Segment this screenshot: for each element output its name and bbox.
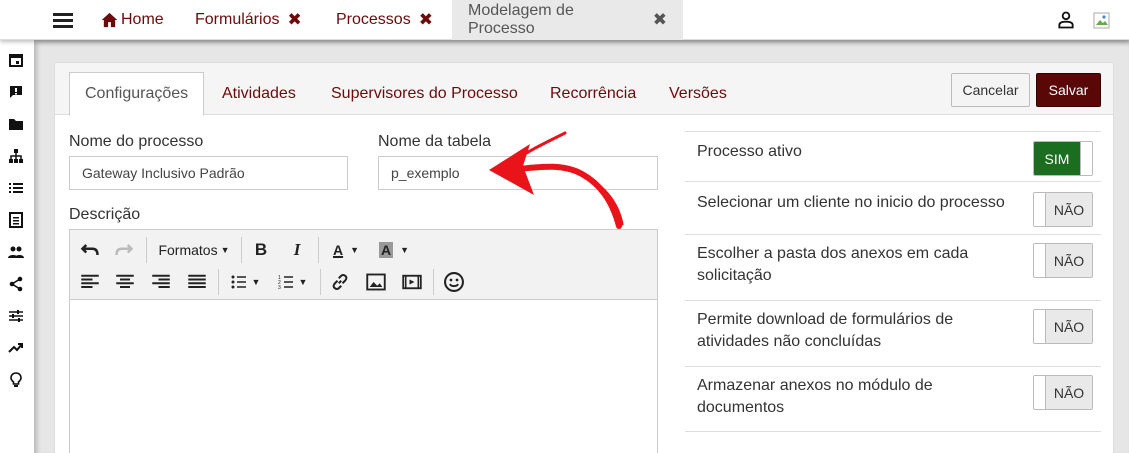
tab-modelagem-label: Modelagem de Processo bbox=[468, 2, 574, 37]
close-icon[interactable]: ✖ bbox=[653, 10, 667, 30]
tab-supervisores-label: Supervisores do Processo bbox=[331, 85, 518, 102]
tab-configuracoes[interactable]: Configurações bbox=[69, 72, 205, 116]
menu-icon[interactable] bbox=[53, 12, 73, 28]
process-name-input[interactable]: Gateway Inclusivo Padrão bbox=[69, 156, 348, 190]
numbered-list-icon[interactable]: 1 2 3 ▼ bbox=[272, 271, 312, 293]
background-color-icon[interactable]: A ▼ bbox=[374, 239, 414, 261]
italic-icon[interactable]: I bbox=[287, 239, 307, 261]
text-color-icon[interactable]: A ▼ bbox=[326, 239, 366, 261]
video-icon[interactable] bbox=[402, 271, 422, 293]
feedback-icon[interactable] bbox=[8, 84, 24, 100]
toggle-switch[interactable]: NÃO bbox=[1033, 243, 1093, 278]
toggle-state: NÃO bbox=[1046, 193, 1092, 226]
description-editor-body[interactable] bbox=[70, 300, 657, 453]
toggle-switch[interactable]: NÃO bbox=[1033, 375, 1093, 410]
image-icon[interactable] bbox=[366, 271, 386, 293]
toggle-switch[interactable]: SIM bbox=[1033, 141, 1093, 176]
save-button[interactable]: Salvar bbox=[1036, 73, 1101, 107]
process-name-label: Nome do processo bbox=[69, 133, 204, 150]
align-right-icon[interactable] bbox=[151, 271, 171, 293]
tab-home[interactable]: Home bbox=[101, 0, 164, 40]
tab-supervisores[interactable]: Supervisores do Processo bbox=[331, 72, 518, 116]
table-name-input[interactable]: p_exemplo bbox=[378, 156, 658, 190]
svg-text:3: 3 bbox=[278, 285, 281, 290]
trending-up-icon[interactable] bbox=[8, 340, 24, 356]
tab-modelagem[interactable]: Modelagem de Processo ✖ bbox=[452, 0, 683, 40]
tab-recorrencia-label: Recorrência bbox=[550, 85, 637, 102]
sliders-icon[interactable] bbox=[8, 308, 24, 324]
toggle-switch[interactable]: NÃO bbox=[1033, 309, 1093, 344]
process-tabs: Configurações Atividades Supervisores do… bbox=[55, 63, 1113, 116]
list-icon[interactable] bbox=[8, 180, 24, 196]
toggle-switch[interactable]: NÃO bbox=[1033, 192, 1093, 227]
tab-versoes[interactable]: Versões bbox=[669, 72, 727, 116]
cancel-button[interactable]: Cancelar bbox=[951, 73, 1030, 107]
tab-processos[interactable]: Processos ✖ bbox=[336, 0, 433, 40]
lightbulb-icon[interactable] bbox=[8, 372, 24, 388]
description-label: Descrição bbox=[69, 206, 141, 223]
user-icon[interactable] bbox=[1056, 10, 1076, 30]
option-row: Armazenar anexos no módulo de documentos… bbox=[685, 366, 1101, 432]
option-label: Permite download de formulários de ativi… bbox=[697, 311, 954, 350]
close-icon[interactable]: ✖ bbox=[419, 10, 433, 30]
option-label: Armazenar anexos no módulo de documentos bbox=[697, 377, 933, 416]
toggle-state: NÃO bbox=[1046, 310, 1092, 343]
tab-formularios[interactable]: Formulários ✖ bbox=[195, 0, 302, 40]
bullet-list-icon[interactable]: ▼ bbox=[225, 271, 265, 293]
formats-label: Formatos bbox=[158, 242, 218, 258]
align-center-icon[interactable] bbox=[115, 271, 135, 293]
align-justify-icon[interactable] bbox=[187, 271, 207, 293]
tab-home-label: Home bbox=[121, 11, 164, 28]
sidebar bbox=[0, 40, 34, 453]
tab-versoes-label: Versões bbox=[669, 85, 727, 102]
tab-processos-label: Processos bbox=[336, 11, 411, 28]
option-label: Processo ativo bbox=[697, 143, 802, 160]
home-icon bbox=[101, 12, 118, 28]
folder-icon[interactable] bbox=[8, 116, 24, 132]
broken-image-icon[interactable] bbox=[1093, 12, 1110, 29]
chevron-down-icon: ▼ bbox=[220, 245, 230, 255]
tab-configuracoes-label: Configurações bbox=[85, 85, 189, 102]
process-panel: Configurações Atividades Supervisores do… bbox=[54, 62, 1114, 453]
option-label: Selecionar um cliente no inicio do proce… bbox=[697, 194, 1005, 211]
table-name-label: Nome da tabela bbox=[378, 133, 491, 150]
calendar-icon[interactable] bbox=[8, 52, 24, 68]
option-row: Processo ativo SIM bbox=[685, 131, 1101, 181]
option-row: Escolher a pasta dos anexos em cada soli… bbox=[685, 234, 1101, 300]
align-left-icon[interactable] bbox=[80, 271, 100, 293]
formats-dropdown[interactable]: Formatos ▼ bbox=[156, 239, 232, 261]
top-navbar: Home Formulários ✖ Processos ✖ Modelagem… bbox=[0, 0, 1129, 40]
document-list-icon[interactable] bbox=[8, 212, 24, 228]
tab-atividades[interactable]: Atividades bbox=[222, 72, 296, 116]
close-icon[interactable]: ✖ bbox=[287, 10, 301, 30]
emoji-icon[interactable] bbox=[443, 271, 465, 293]
people-icon[interactable] bbox=[8, 244, 24, 260]
content-area: Configurações Atividades Supervisores do… bbox=[34, 40, 1129, 453]
tab-atividades-label: Atividades bbox=[222, 85, 296, 102]
redo-icon[interactable] bbox=[114, 239, 134, 261]
description-editor: Formatos ▼ B I A ▼ A ▼ ▼ 1 2 3 ▼ bbox=[69, 229, 658, 453]
tab-formularios-label: Formulários bbox=[195, 11, 280, 28]
undo-icon[interactable] bbox=[80, 239, 100, 261]
toggle-state: SIM bbox=[1034, 142, 1080, 175]
tab-recorrencia[interactable]: Recorrência bbox=[550, 72, 636, 116]
bold-icon[interactable]: B bbox=[251, 239, 271, 261]
option-label: Escolher a pasta dos anexos em cada soli… bbox=[697, 245, 969, 284]
toggle-state: NÃO bbox=[1046, 244, 1092, 277]
option-row: Permite download de formulários de ativi… bbox=[685, 300, 1101, 366]
sitemap-icon[interactable] bbox=[8, 148, 24, 164]
link-icon[interactable] bbox=[330, 271, 350, 293]
share-icon[interactable] bbox=[8, 276, 24, 292]
toggle-state: NÃO bbox=[1046, 376, 1092, 409]
option-row: Selecionar um cliente no inicio do proce… bbox=[685, 181, 1101, 234]
editor-toolbar: Formatos ▼ B I A ▼ A ▼ ▼ 1 2 3 ▼ bbox=[70, 230, 657, 300]
